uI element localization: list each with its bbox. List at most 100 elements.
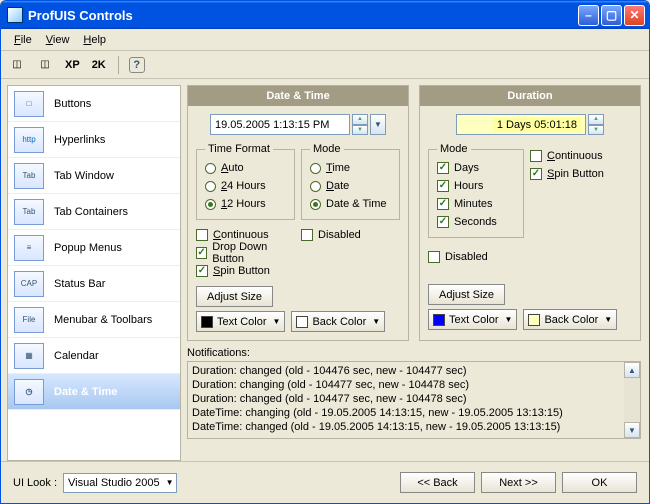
- menu-view[interactable]: View: [39, 32, 77, 48]
- scroll-down-icon[interactable]: ▼: [624, 422, 640, 438]
- notif-line: DateTime: changed (old - 19.05.2005 14:1…: [192, 420, 620, 434]
- titlebar[interactable]: ProfUIS Controls – ▢ ✕: [1, 1, 649, 29]
- main-area: Date & Time 19.05.2005 1:13:15 PM ▲▼ ▼ T…: [187, 85, 641, 461]
- adjust-size-dt[interactable]: Adjust Size: [196, 286, 273, 307]
- check-spin-dur[interactable]: Spin Button: [530, 165, 632, 183]
- datetime-header: Date & Time: [188, 86, 408, 106]
- backcolor-dt[interactable]: Back Color▼: [291, 311, 385, 332]
- spin-up-icon[interactable]: ▲: [588, 114, 604, 125]
- timeformat-group: Time Format Auto 24 Hours 12 Hours: [196, 143, 295, 220]
- notifications-text: Duration: changed (old - 104476 sec, new…: [188, 362, 624, 438]
- chevron-down-icon: ▼: [273, 317, 281, 326]
- spin-down-icon[interactable]: ▼: [588, 125, 604, 136]
- notifications-scrollbar[interactable]: ▲ ▼: [624, 362, 640, 438]
- radio-24h[interactable]: 24 Hours: [205, 177, 286, 195]
- notif-line: DateTime: changing (old - 19.05.2005 14:…: [192, 406, 620, 420]
- radio-datetime[interactable]: Date & Time: [310, 195, 391, 213]
- back-button[interactable]: << Back: [400, 472, 475, 493]
- check-continuous-dur[interactable]: Continuous: [530, 147, 632, 165]
- duration-field[interactable]: 1 Days 05:01:18: [456, 114, 586, 135]
- sidebar-item-tab-window[interactable]: TabTab Window: [8, 158, 180, 194]
- toolbar-theme1-icon[interactable]: ◫: [7, 55, 27, 75]
- radio-12h[interactable]: 12 Hours: [205, 195, 286, 213]
- adjust-size-dur[interactable]: Adjust Size: [428, 284, 505, 305]
- minimize-button[interactable]: –: [578, 5, 599, 26]
- datetime-field[interactable]: 19.05.2005 1:13:15 PM: [210, 114, 350, 135]
- duration-header: Duration: [420, 86, 640, 106]
- maximize-button[interactable]: ▢: [601, 5, 622, 26]
- ok-button[interactable]: OK: [562, 472, 637, 493]
- check-days[interactable]: Days: [437, 159, 515, 177]
- radio-date[interactable]: Date: [310, 177, 391, 195]
- backcolor-swatch-icon: [528, 314, 540, 326]
- check-minutes[interactable]: Minutes: [437, 195, 515, 213]
- window-title: ProfUIS Controls: [28, 8, 576, 23]
- notifications-box: Duration: changed (old - 104476 sec, new…: [187, 361, 641, 439]
- sidebar-item-hyperlinks[interactable]: httpHyperlinks: [8, 122, 180, 158]
- chevron-down-icon: ▼: [372, 317, 380, 326]
- chevron-down-icon: ▼: [505, 315, 513, 324]
- notifications-label: Notifications:: [187, 347, 641, 359]
- duration-mode-group: Mode Days Hours Minutes Seconds: [428, 143, 524, 238]
- sidebar-item-popup-menus[interactable]: ≡Popup Menus: [8, 230, 180, 266]
- app-icon: [7, 7, 23, 23]
- sidebar: □Buttons httpHyperlinks TabTab Window Ta…: [7, 85, 181, 461]
- date-time-icon: ◷: [14, 379, 44, 405]
- toolbar-xp[interactable]: XP: [63, 59, 82, 71]
- check-seconds[interactable]: Seconds: [437, 213, 515, 231]
- toolbar-separator: [118, 56, 119, 74]
- textcolor-dur[interactable]: Text Color▼: [428, 309, 517, 330]
- scroll-up-icon[interactable]: ▲: [624, 362, 640, 378]
- buttons-icon: □: [14, 91, 44, 117]
- menu-help[interactable]: Help: [76, 32, 113, 48]
- toolbar-2k[interactable]: 2K: [90, 59, 108, 71]
- tab-window-icon: Tab: [14, 163, 44, 189]
- check-disabled-dt[interactable]: Disabled: [301, 226, 400, 244]
- check-hours[interactable]: Hours: [437, 177, 515, 195]
- hyperlinks-icon: http: [14, 127, 44, 153]
- textcolor-dt[interactable]: Text Color▼: [196, 311, 285, 332]
- spin-up-icon[interactable]: ▲: [352, 114, 368, 125]
- textcolor-swatch-icon: [201, 316, 213, 328]
- duration-panel: Duration 1 Days 05:01:18 ▲▼ Mode Days Ho…: [419, 85, 641, 341]
- notif-line: Duration: changed (old - 104476 sec, new…: [192, 364, 620, 378]
- uilook-combo[interactable]: Visual Studio 2005 ▼: [63, 473, 176, 493]
- toolbar: ◫ ◫ XP 2K ?: [1, 51, 649, 79]
- check-disabled-dur[interactable]: Disabled: [428, 248, 632, 266]
- notif-line: Duration: changed (old - 104477 sec, new…: [192, 392, 620, 406]
- chevron-down-icon: ▼: [166, 478, 174, 487]
- notif-line: Duration: changing (old - 104477 sec, ne…: [192, 378, 620, 392]
- tab-containers-icon: Tab: [14, 199, 44, 225]
- menubar: File View Help: [1, 29, 649, 51]
- toolbar-theme2-icon[interactable]: ◫: [35, 55, 55, 75]
- popup-menus-icon: ≡: [14, 235, 44, 261]
- help-icon[interactable]: ?: [129, 57, 145, 73]
- close-button[interactable]: ✕: [624, 5, 645, 26]
- menu-file[interactable]: File: [7, 32, 39, 48]
- chevron-down-icon: ▼: [604, 315, 612, 324]
- calendar-icon: ▦: [14, 343, 44, 369]
- datetime-spin[interactable]: ▲▼: [352, 114, 368, 135]
- radio-auto[interactable]: Auto: [205, 159, 286, 177]
- radio-time[interactable]: Time: [310, 159, 391, 177]
- check-dropdown-dt[interactable]: Drop Down Button: [196, 244, 295, 262]
- footer: UI Look : Visual Studio 2005 ▼ << Back N…: [1, 461, 649, 503]
- sidebar-item-tab-containers[interactable]: TabTab Containers: [8, 194, 180, 230]
- spin-down-icon[interactable]: ▼: [352, 125, 368, 136]
- sidebar-item-calendar[interactable]: ▦Calendar: [8, 338, 180, 374]
- textcolor-swatch-icon: [433, 314, 445, 326]
- app-window: ProfUIS Controls – ▢ ✕ File View Help ◫ …: [0, 0, 650, 504]
- sidebar-item-date-time[interactable]: ◷Date & Time: [8, 374, 180, 410]
- datetime-dropdown[interactable]: ▼: [370, 114, 386, 135]
- uilook-label: UI Look :: [13, 477, 57, 489]
- backcolor-dur[interactable]: Back Color▼: [523, 309, 617, 330]
- mode-group: Mode Time Date Date & Time: [301, 143, 400, 220]
- next-button[interactable]: Next >>: [481, 472, 556, 493]
- datetime-panel: Date & Time 19.05.2005 1:13:15 PM ▲▼ ▼ T…: [187, 85, 409, 341]
- sidebar-item-menubar-toolbars[interactable]: FileMenubar & Toolbars: [8, 302, 180, 338]
- sidebar-item-status-bar[interactable]: CAPStatus Bar: [8, 266, 180, 302]
- menubar-toolbars-icon: File: [14, 307, 44, 333]
- duration-spin[interactable]: ▲▼: [588, 114, 604, 135]
- sidebar-item-buttons[interactable]: □Buttons: [8, 86, 180, 122]
- scroll-track[interactable]: [624, 378, 640, 422]
